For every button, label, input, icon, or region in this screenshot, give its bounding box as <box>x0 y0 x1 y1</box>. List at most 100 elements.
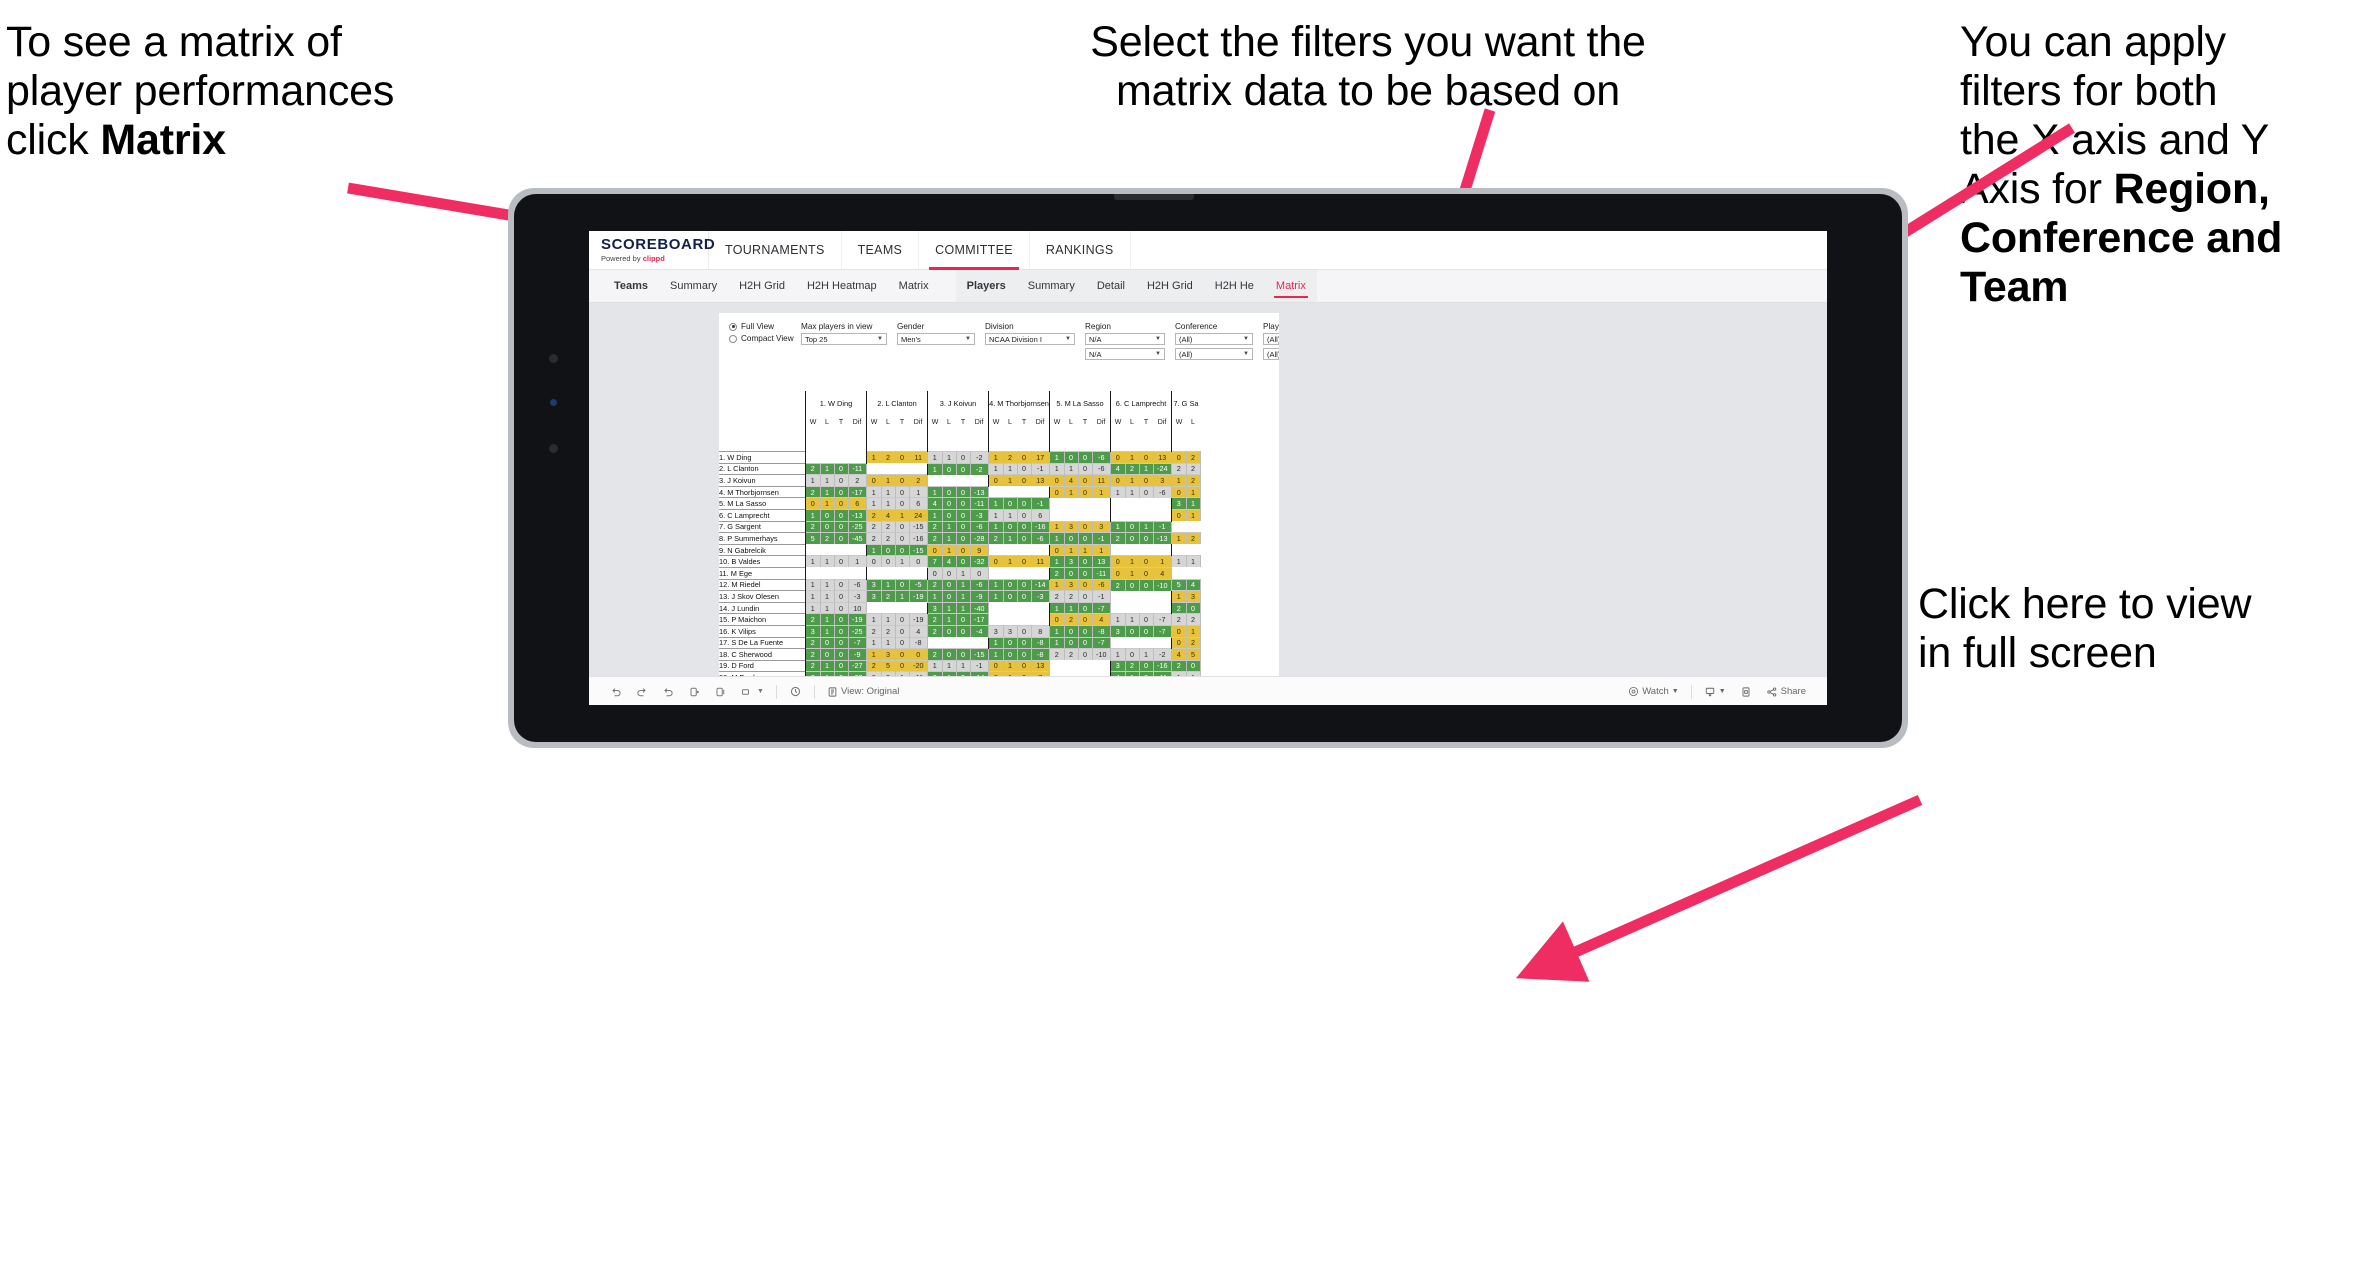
matrix-cell[interactable]: 0 <box>805 497 821 510</box>
matrix-row-label[interactable]: 4. M Thorbjornsen <box>719 485 806 498</box>
matrix-cell[interactable]: 1 <box>1078 543 1093 556</box>
matrix-cell[interactable]: 0 <box>820 520 835 533</box>
matrix-cell[interactable] <box>834 544 848 556</box>
matrix-cell[interactable]: -8 <box>1092 624 1111 637</box>
matrix-cell[interactable]: 1 <box>1049 601 1065 614</box>
matrix-cell[interactable] <box>1139 637 1153 649</box>
matrix-cell[interactable]: 1 <box>866 636 882 649</box>
matrix-cell[interactable] <box>1153 637 1172 649</box>
matrix-cell[interactable]: 0 <box>895 520 910 533</box>
matrix-cell[interactable]: 2 <box>1186 462 1201 475</box>
sub-nav-players-h2h-heatmap[interactable]: H2H He <box>1204 270 1265 302</box>
matrix-cell[interactable]: 2 <box>881 520 896 533</box>
matrix-cell[interactable]: -9 <box>970 590 989 603</box>
matrix-cell[interactable] <box>1049 509 1064 522</box>
matrix-row-label[interactable]: 14. J Lundin <box>719 601 806 614</box>
matrix-cell[interactable] <box>895 602 909 614</box>
matrix-cell[interactable]: 4 <box>1153 566 1172 580</box>
matrix-cell[interactable]: 0 <box>834 555 849 568</box>
matrix-row-label[interactable]: 18. C Sherwood <box>719 648 806 661</box>
matrix-cell[interactable]: 0 <box>1078 613 1093 626</box>
matrix-cell[interactable]: 2 <box>1049 566 1065 580</box>
matrix-row-label[interactable]: 7. G Sargent <box>719 520 806 533</box>
matrix-cell[interactable]: 13 <box>1092 555 1111 568</box>
matrix-cell[interactable]: 1 <box>1064 462 1079 475</box>
matrix-cell[interactable]: -1 <box>1092 590 1111 603</box>
matrix-cell[interactable]: 1 <box>988 636 1004 649</box>
matrix-cell[interactable] <box>1110 637 1125 649</box>
matrix-cell[interactable] <box>1153 602 1172 614</box>
matrix-cell[interactable]: 1 <box>820 578 835 591</box>
filter-conference-select-y[interactable]: (All) ▼ <box>1175 348 1253 360</box>
matrix-cell[interactable]: 0 <box>1017 532 1032 545</box>
matrix-cell[interactable]: 1 <box>927 485 943 498</box>
matrix-cell[interactable]: 1 <box>881 613 896 626</box>
matrix-cell[interactable]: 1 <box>942 543 957 556</box>
matrix-row-label[interactable]: 2. L Clanton <box>719 462 806 475</box>
matrix-cell[interactable]: 2 <box>866 508 882 522</box>
matrix-cell[interactable]: -15 <box>909 543 928 556</box>
sub-nav-teams-summary[interactable]: Summary <box>659 270 728 302</box>
matrix-cell[interactable]: 3 <box>1153 474 1172 487</box>
matrix-cell[interactable] <box>942 637 956 649</box>
matrix-cell[interactable]: -6 <box>1092 451 1111 464</box>
refresh-data-icon[interactable] <box>681 686 707 698</box>
matrix-cell[interactable]: 0 <box>895 451 910 464</box>
matrix-cell[interactable]: 0 <box>1017 659 1032 672</box>
matrix-cell[interactable] <box>1125 497 1139 510</box>
matrix-cell[interactable]: 0 <box>942 624 957 637</box>
matrix-cell[interactable]: -1 <box>1153 520 1172 533</box>
matrix-column-header[interactable]: 7. G Sa <box>1171 391 1200 415</box>
matrix-cell[interactable]: 1 <box>820 624 835 637</box>
matrix-cell[interactable]: 4 <box>881 508 896 522</box>
matrix-cell[interactable]: 1 <box>866 613 882 626</box>
matrix-cell[interactable]: 0 <box>1139 613 1154 626</box>
matrix-cell[interactable]: 1 <box>820 485 835 498</box>
matrix-cell[interactable]: 5 <box>1171 578 1187 591</box>
matrix-cell[interactable]: 11 <box>909 451 928 464</box>
matrix-cell[interactable]: 0 <box>834 624 849 637</box>
matrix-cell[interactable]: 1 <box>1064 601 1079 614</box>
matrix-cell[interactable]: 0 <box>895 497 910 510</box>
matrix-cell[interactable]: -17 <box>848 485 867 498</box>
matrix-cell[interactable]: 1 <box>866 497 882 510</box>
matrix-cell[interactable]: 0 <box>1017 624 1032 637</box>
matrix-cell[interactable]: 0 <box>942 590 957 603</box>
matrix-cell[interactable]: 8 <box>1031 624 1050 637</box>
matrix-cell[interactable]: -2 <box>1153 648 1172 661</box>
matrix-cell[interactable]: 0 <box>988 659 1004 672</box>
matrix-cell[interactable]: 0 <box>895 648 910 661</box>
matrix-cell[interactable] <box>1153 509 1172 522</box>
matrix-cell[interactable]: 0 <box>1064 636 1079 649</box>
matrix-cell[interactable]: 0 <box>834 590 849 603</box>
matrix-cell[interactable]: 1 <box>1153 555 1172 568</box>
matrix-cell[interactable]: 2 <box>927 532 943 545</box>
matrix-cell[interactable] <box>927 474 942 487</box>
matrix-cell[interactable]: 0 <box>1017 451 1032 464</box>
matrix-cell[interactable] <box>1031 567 1050 580</box>
matrix-cell[interactable]: 1 <box>1003 659 1018 672</box>
matrix-cell[interactable]: 0 <box>1078 520 1093 533</box>
matrix-cell[interactable]: 0 <box>834 508 849 522</box>
matrix-cell[interactable]: 1 <box>942 659 957 672</box>
matrix-cell[interactable] <box>848 451 867 464</box>
matrix-cell[interactable]: -11 <box>848 462 867 475</box>
matrix-cell[interactable]: 0 <box>1003 497 1018 510</box>
matrix-cell[interactable]: -11 <box>970 497 989 510</box>
matrix-cell[interactable]: -7 <box>1092 636 1111 649</box>
matrix-cell[interactable]: 0 <box>1186 601 1201 614</box>
matrix-cell[interactable] <box>1110 509 1125 522</box>
matrix-cell[interactable]: 1 <box>881 474 896 487</box>
matrix-cell[interactable]: 0 <box>1171 508 1187 522</box>
matrix-cell[interactable]: 1 <box>1186 555 1201 568</box>
matrix-cell[interactable]: 2 <box>805 613 821 626</box>
matrix-cell[interactable] <box>1110 497 1125 510</box>
matrix-cell[interactable]: 1 <box>895 555 910 568</box>
matrix-cell[interactable] <box>895 567 909 580</box>
matrix-cell[interactable]: -8 <box>909 636 928 649</box>
matrix-cell[interactable]: 3 <box>1186 590 1201 603</box>
matrix-cell[interactable]: 0 <box>1064 624 1079 637</box>
matrix-cell[interactable]: 1 <box>942 520 957 533</box>
matrix-cell[interactable]: 2 <box>1186 451 1201 464</box>
matrix-cell[interactable]: -6 <box>1031 532 1050 545</box>
